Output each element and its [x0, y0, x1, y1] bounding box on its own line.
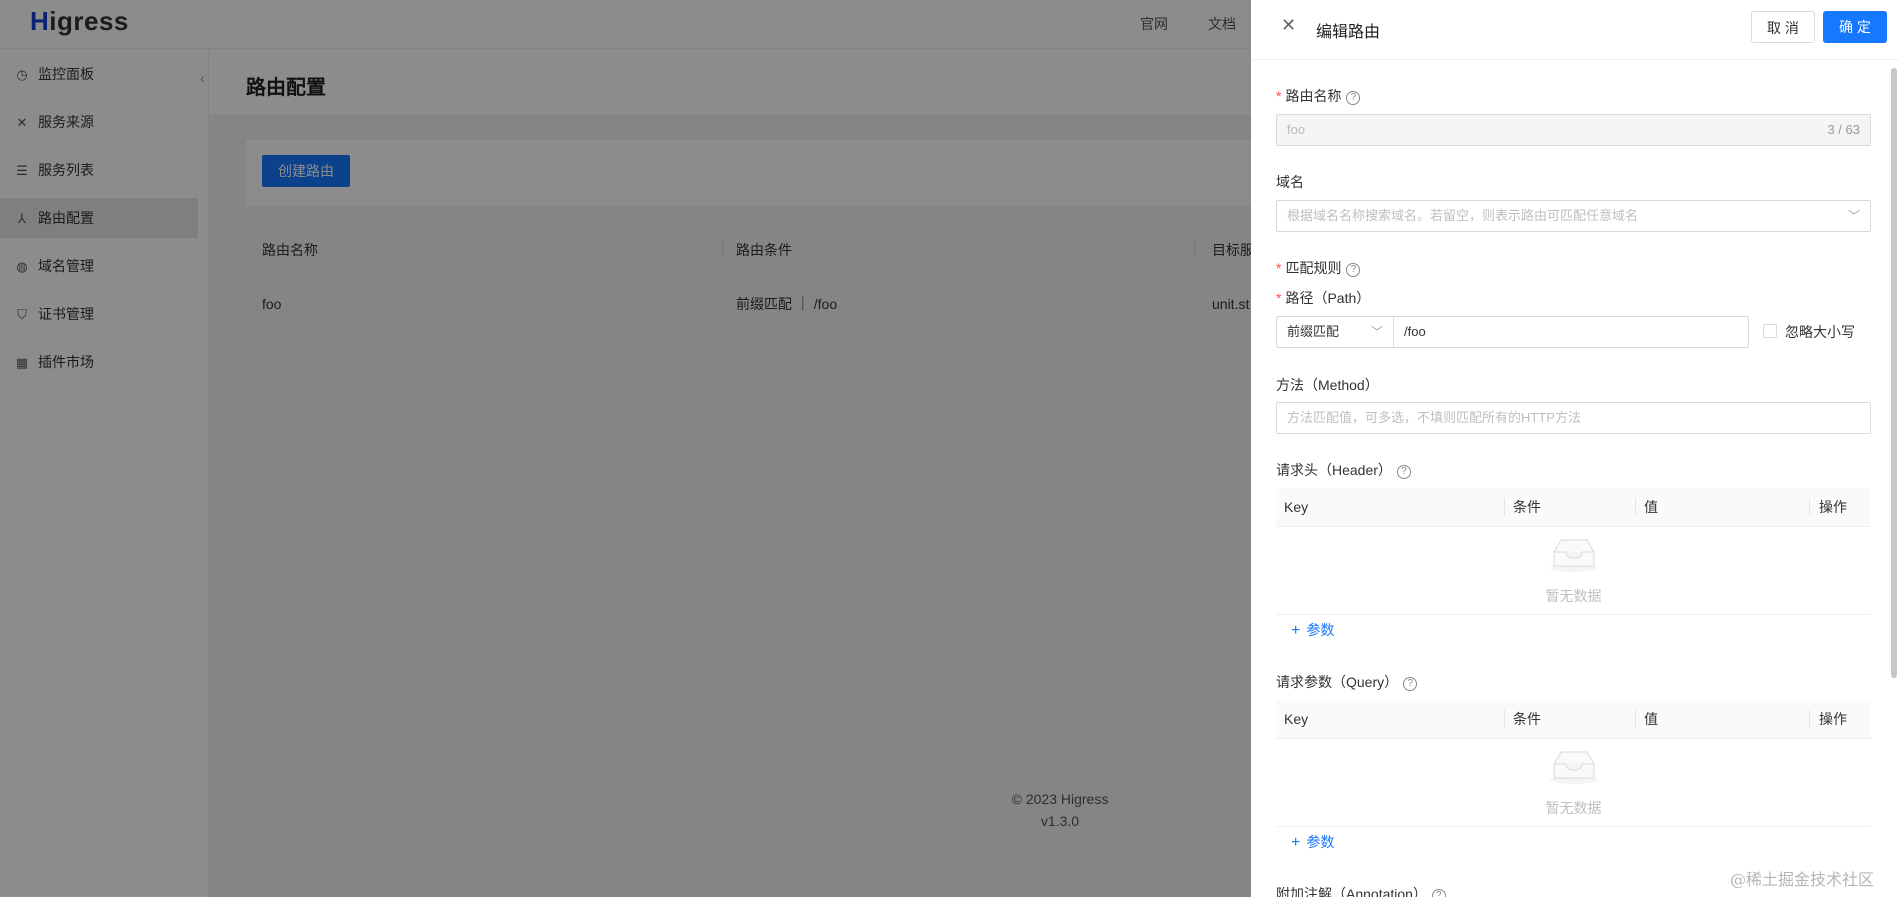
- required-mark: *: [1276, 290, 1282, 306]
- empty-text: 暂无数据: [1545, 800, 1602, 816]
- domain-label: 域名: [1276, 174, 1304, 190]
- header-table-empty: 暂无数据: [1276, 526, 1871, 615]
- path-label: * 路径（Path）: [1276, 290, 1371, 306]
- column-key: Key: [1284, 711, 1309, 727]
- help-icon[interactable]: ?: [1403, 677, 1418, 691]
- column-key: Key: [1284, 499, 1309, 515]
- add-header-param-button[interactable]: + 参数: [1291, 620, 1334, 640]
- method-label: 方法（Method）: [1276, 377, 1379, 393]
- match-rule-label: * 匹配规则?: [1276, 258, 1361, 278]
- empty-inbox-icon: [1550, 751, 1598, 784]
- header-table-head: Key 条件 值 操作: [1276, 488, 1871, 527]
- char-counter: 3 / 63: [1827, 122, 1860, 137]
- query-label: 请求参数（Query）?: [1276, 672, 1418, 692]
- drawer-scrollbar[interactable]: [1891, 68, 1897, 678]
- help-icon[interactable]: ?: [1346, 263, 1361, 277]
- edit-route-drawer: ✕ 编辑路由 取 消 确 定 * 路由名称? foo 3 / 63 域名 根据域名…: [1251, 0, 1899, 897]
- help-icon[interactable]: ?: [1346, 91, 1361, 105]
- column-divider: [1504, 710, 1505, 728]
- query-table-empty: 暂无数据: [1276, 738, 1871, 827]
- drawer-header: ✕ 编辑路由 取 消 确 定: [1251, 0, 1899, 60]
- column-divider: [1635, 710, 1636, 728]
- annotation-label: 附加注解（Annotation）?: [1276, 884, 1446, 897]
- path-match-type-select[interactable]: 前缀匹配 ﹀: [1276, 316, 1394, 348]
- drawer-title: 编辑路由: [1316, 24, 1381, 41]
- confirm-button[interactable]: 确 定: [1823, 11, 1887, 43]
- column-divider: [1504, 498, 1505, 516]
- chevron-down-icon: ﹀: [1847, 209, 1860, 223]
- empty-text: 暂无数据: [1545, 588, 1602, 604]
- plus-icon: +: [1291, 834, 1301, 851]
- method-select[interactable]: 方法匹配值，可多选，不填则匹配所有的HTTP方法: [1276, 402, 1871, 434]
- route-name-label: * 路由名称?: [1276, 86, 1361, 106]
- path-input[interactable]: /foo: [1393, 316, 1749, 348]
- column-divider: [1809, 498, 1810, 516]
- column-divider: [1809, 710, 1810, 728]
- chevron-down-icon: ﹀: [1370, 325, 1383, 339]
- watermark-text: @稀土掘金技术社区: [1730, 870, 1875, 889]
- route-name-input: foo 3 / 63: [1276, 114, 1871, 146]
- column-condition: 条件: [1513, 499, 1541, 515]
- column-divider: [1635, 498, 1636, 516]
- column-action: 操作: [1819, 711, 1847, 727]
- required-mark: *: [1276, 260, 1282, 276]
- ignore-case-label[interactable]: 忽略大小写: [1785, 322, 1855, 342]
- ignore-case-checkbox[interactable]: [1763, 324, 1777, 338]
- domain-select[interactable]: 根据域名名称搜索域名。若留空，则表示路由可匹配任意域名 ﹀: [1276, 200, 1871, 232]
- column-condition: 条件: [1513, 711, 1541, 727]
- plus-icon: +: [1291, 622, 1301, 639]
- help-icon[interactable]: ?: [1396, 465, 1411, 479]
- add-query-param-button[interactable]: + 参数: [1291, 832, 1334, 852]
- query-table-head: Key 条件 值 操作: [1276, 700, 1871, 739]
- column-value: 值: [1644, 711, 1658, 727]
- required-mark: *: [1276, 88, 1282, 104]
- column-value: 值: [1644, 499, 1658, 515]
- column-action: 操作: [1819, 499, 1847, 515]
- close-icon[interactable]: ✕: [1281, 15, 1296, 36]
- help-icon[interactable]: ?: [1431, 889, 1446, 897]
- cancel-button[interactable]: 取 消: [1751, 11, 1815, 43]
- empty-inbox-icon: [1550, 539, 1598, 572]
- header-label: 请求头（Header）?: [1276, 460, 1411, 480]
